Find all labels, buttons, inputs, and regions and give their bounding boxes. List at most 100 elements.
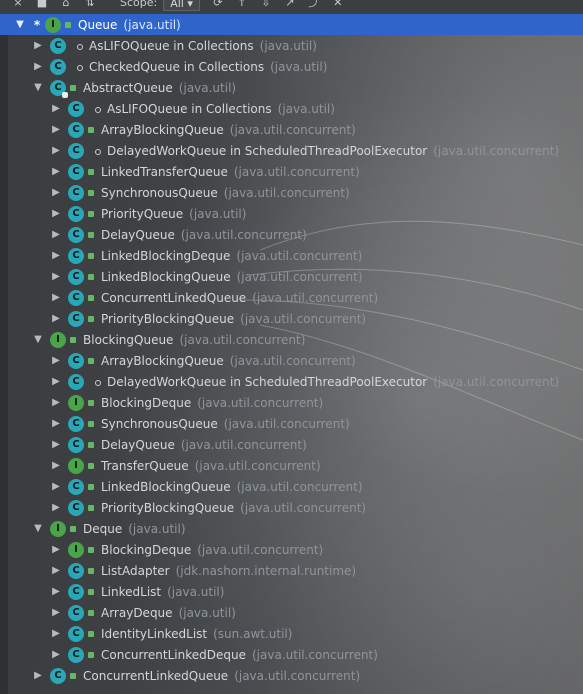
tree-row[interactable]: ▶ C SynchronousQueue (java.util.concurrent) <box>0 413 583 434</box>
expand-right-icon[interactable]: ▶ <box>50 460 62 472</box>
tree-node-package: (java.util) <box>123 17 181 32</box>
toolbar-button-3[interactable]: ⇅ <box>84 0 96 9</box>
toolbar-button-8[interactable]: ⤴ <box>308 0 320 9</box>
expand-down-icon[interactable]: ▼ <box>32 82 44 94</box>
toolbar-button-0[interactable]: × <box>12 0 24 9</box>
tree-row[interactable]: ▶ C ConcurrentLinkedQueue (java.util.concur… <box>0 287 583 308</box>
tree-node-label: ArrayBlockingQueue <box>101 122 224 137</box>
expand-right-icon[interactable]: ▶ <box>50 628 62 640</box>
public-icon <box>87 357 95 365</box>
tree-row[interactable]: ▶ C ConcurrentLinkedQueue (java.util.concur… <box>0 665 583 686</box>
toolbar-button-6[interactable]: ⇩ <box>260 0 272 9</box>
tree-row[interactable]: ▶ C ListAdapter (jdk.nashorn.internal.runti… <box>0 560 583 581</box>
tree-row[interactable]: ▶ C SynchronousQueue (java.util.concurrent) <box>0 182 583 203</box>
tree-row[interactable]: ▶ I TransferQueue (java.util.concurrent) <box>0 455 583 476</box>
focus-star-icon: * <box>33 17 41 32</box>
expand-down-icon[interactable]: ▼ <box>14 19 26 31</box>
expand-right-icon[interactable]: ▶ <box>50 208 62 220</box>
expand-right-icon[interactable]: ▶ <box>50 418 62 430</box>
expand-right-icon[interactable]: ▶ <box>50 313 62 325</box>
tree-row[interactable]: ▶ C CheckedQueue in Collections (java.util) <box>0 56 583 77</box>
tree-row[interactable]: ▼ C AbstractQueue (java.util) <box>0 77 583 98</box>
tree-row[interactable]: ▶ C DelayedWorkQueue in ScheduledThreadPoo… <box>0 371 583 392</box>
expand-right-icon[interactable]: ▶ <box>50 166 62 178</box>
expand-down-icon[interactable]: ▼ <box>32 334 44 346</box>
tree-row[interactable]: ▼ I BlockingQueue (java.util.concurrent) <box>0 329 583 350</box>
class-icon: C <box>68 646 84 663</box>
tree-node-label: LinkedBlockingQueue <box>101 269 231 284</box>
public-icon <box>87 126 95 134</box>
expand-right-icon[interactable]: ▶ <box>50 565 62 577</box>
expand-right-icon[interactable]: ▶ <box>50 649 62 661</box>
toolbar-button-2[interactable]: ⌂ <box>60 0 72 9</box>
tree-row[interactable]: ▶ C AsLIFOQueue in Collections (java.util) <box>0 35 583 56</box>
tree-row[interactable]: ▶ C DelayedWorkQueue in ScheduledThreadPoo… <box>0 140 583 161</box>
tree-row[interactable]: ▶ C DelayQueue (java.util.concurrent) <box>0 434 583 455</box>
toolbar-button-9[interactable]: ✕ <box>332 0 344 9</box>
tree-row[interactable]: ▶ C DelayQueue (java.util.concurrent) <box>0 224 583 245</box>
tree-row[interactable]: ▶ C ArrayDeque (java.util) <box>0 602 583 623</box>
tree-row[interactable]: ▶ C LinkedBlockingDeque (java.util.concurre… <box>0 245 583 266</box>
expand-right-icon[interactable]: ▶ <box>50 124 62 136</box>
expand-right-icon[interactable]: ▶ <box>50 502 62 514</box>
expand-right-icon[interactable]: ▶ <box>50 586 62 598</box>
expand-right-icon[interactable]: ▶ <box>50 397 62 409</box>
public-icon <box>87 630 95 638</box>
tree-row[interactable]: ▶ C IdentityLinkedList (sun.awt.util) <box>0 623 583 644</box>
tree-row[interactable]: ▼ * I Queue (java.util) <box>0 14 583 35</box>
toolbar-button-4[interactable]: ⟳ <box>212 0 224 9</box>
expand-right-icon[interactable]: ▶ <box>50 145 62 157</box>
class-icon: C <box>50 667 66 684</box>
public-icon <box>87 546 95 554</box>
expand-right-icon[interactable]: ▶ <box>50 292 62 304</box>
tree-row[interactable]: ▶ C LinkedBlockingQueue (java.util.concurre… <box>0 476 583 497</box>
expand-right-icon[interactable]: ▶ <box>50 355 62 367</box>
abstract-class-icon: C <box>50 79 68 98</box>
package-private-icon <box>75 42 83 50</box>
expand-right-icon[interactable]: ▶ <box>50 271 62 283</box>
expand-right-icon[interactable]: ▶ <box>32 61 44 73</box>
expand-right-icon[interactable]: ▶ <box>50 607 62 619</box>
tree-row[interactable]: ▶ C PriorityBlockingQueue (java.util.concur… <box>0 308 583 329</box>
interface-icon: I <box>68 457 84 474</box>
expand-right-icon[interactable]: ▶ <box>50 481 62 493</box>
toolbar-button-1[interactable]: ■ <box>36 0 48 9</box>
public-icon <box>87 588 95 596</box>
expand-right-icon[interactable]: ▶ <box>50 103 62 115</box>
tree-row[interactable]: ▶ C ArrayBlockingQueue (java.util.concurren… <box>0 350 583 371</box>
tree-row[interactable]: ▶ C ConcurrentLinkedDeque (java.util.concur… <box>0 644 583 665</box>
tree-row[interactable]: ▶ C ArrayBlockingQueue (java.util.concurren… <box>0 119 583 140</box>
tree-row[interactable]: ▶ C AsLIFOQueue in Collections (java.util) <box>0 98 583 119</box>
toolbar-button-7[interactable]: ↗ <box>284 0 296 9</box>
tree-row[interactable]: ▼ I Deque (java.util) <box>0 518 583 539</box>
tree-row[interactable]: ▶ C LinkedList (java.util) <box>0 581 583 602</box>
class-icon: C <box>68 184 84 201</box>
class-icon: C <box>68 142 84 159</box>
tree-row[interactable]: ▶ C PriorityQueue (java.util) <box>0 203 583 224</box>
expand-right-icon[interactable]: ▶ <box>50 187 62 199</box>
expand-down-icon[interactable]: ▼ <box>32 523 44 535</box>
tree-row[interactable]: ▶ I BlockingDeque (java.util.concurrent) <box>0 392 583 413</box>
expand-right-icon[interactable]: ▶ <box>50 544 62 556</box>
tree-row[interactable]: ▶ I BlockingDeque (java.util.concurrent) <box>0 539 583 560</box>
toolbar-button-5[interactable]: ↑ <box>236 0 248 9</box>
package-private-icon <box>93 105 101 113</box>
expand-right-icon[interactable]: ▶ <box>50 439 62 451</box>
class-icon: C <box>68 310 84 327</box>
tree-row[interactable]: ▶ C PriorityBlockingQueue (java.util.concur… <box>0 497 583 518</box>
tree-node-label: PriorityBlockingQueue <box>101 500 235 515</box>
tree-row[interactable]: ▶ C LinkedTransferQueue (java.util.concurre… <box>0 161 583 182</box>
public-icon <box>87 441 95 449</box>
public-icon <box>87 651 95 659</box>
expand-right-icon[interactable]: ▶ <box>50 376 62 388</box>
expand-right-icon[interactable]: ▶ <box>50 250 62 262</box>
expand-right-icon[interactable]: ▶ <box>50 229 62 241</box>
tree-node-label: ListAdapter <box>101 563 170 578</box>
scope-select[interactable]: All ▾ <box>163 0 200 11</box>
class-icon: C <box>68 499 84 516</box>
tree-row[interactable]: ▶ C LinkedBlockingQueue (java.util.concurre… <box>0 266 583 287</box>
tree-node-package: (java.util) <box>128 521 186 536</box>
expand-right-icon[interactable]: ▶ <box>32 40 44 52</box>
tree-node-package: (java.util.concurrent) <box>233 164 360 179</box>
expand-right-icon[interactable]: ▶ <box>32 670 44 682</box>
